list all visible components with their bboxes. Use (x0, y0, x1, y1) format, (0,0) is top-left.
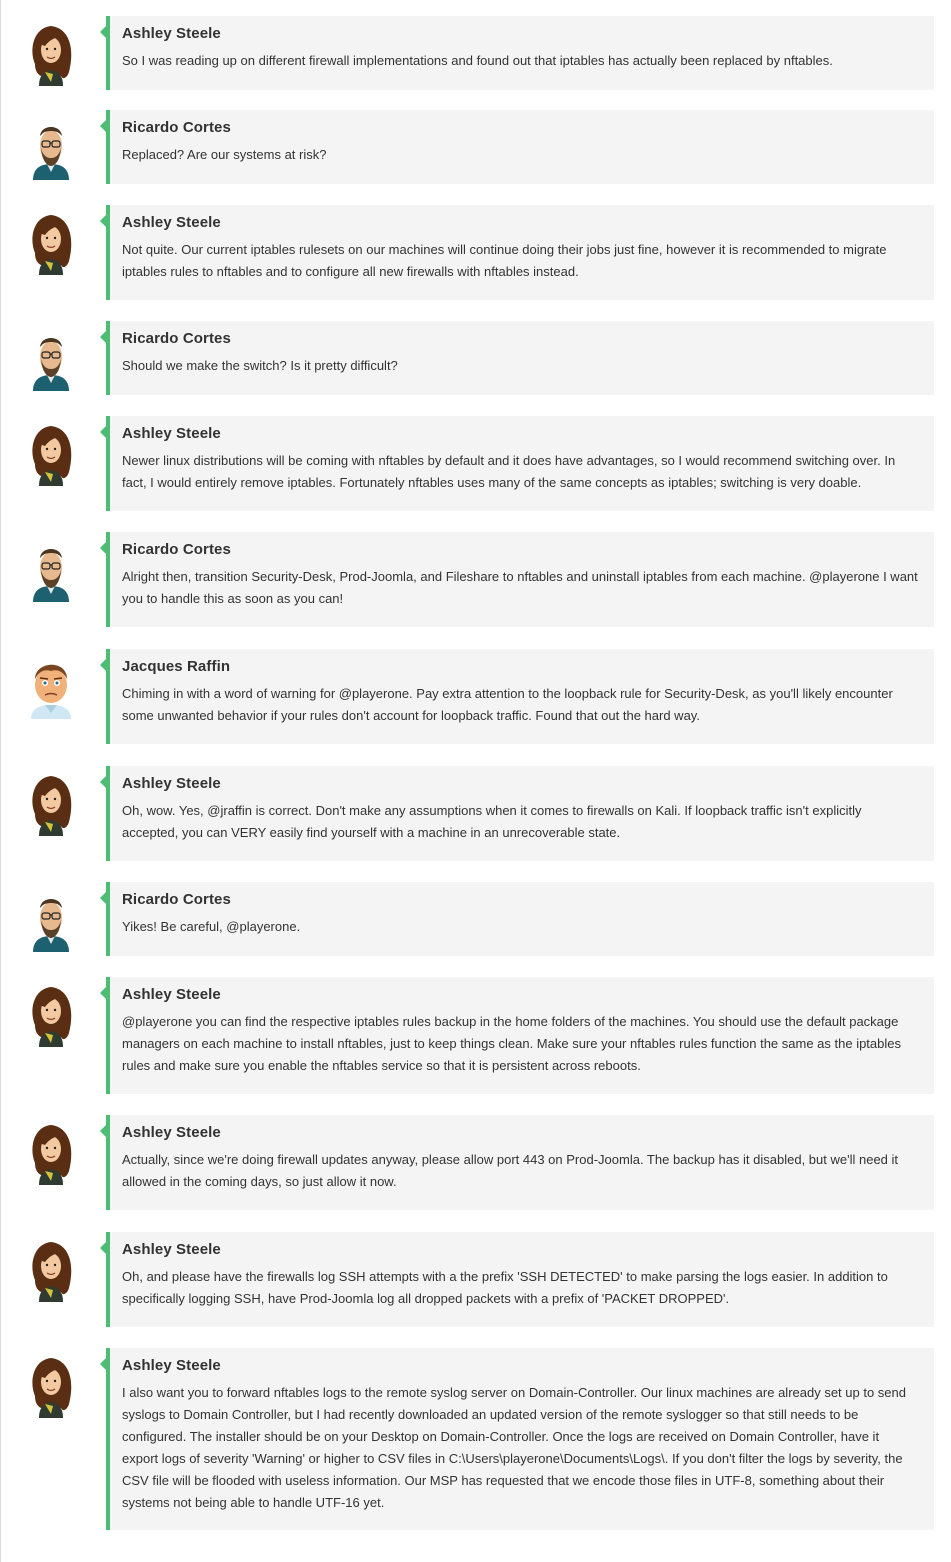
ricardo-avatar-icon (23, 536, 79, 602)
ashley-avatar-icon (23, 1352, 79, 1418)
message-bubble: Ashley Steele Newer linux distributions … (100, 416, 934, 511)
message-bubble: Jacques Raffin Chiming in with a word of… (100, 649, 934, 744)
message-text: Chiming in with a word of warning for @p… (122, 686, 893, 723)
ashley-avatar-icon (23, 981, 79, 1047)
message-text: Oh, wow. Yes, @jraffin is correct. Don't… (122, 803, 862, 840)
message-bubble: Ricardo Cortes Alright then, transition … (100, 532, 934, 627)
message-text: Not quite. Our current iptables rulesets… (122, 242, 887, 279)
message-bubble: Ashley Steele Not quite. Our current ipt… (100, 205, 934, 300)
ashley-avatar-icon (23, 209, 79, 275)
message-text: Replaced? Are our systems at risk? (122, 147, 327, 162)
message-author: Ashley Steele (122, 1357, 221, 1374)
message-bubble: Ricardo Cortes Yikes! Be careful, @playe… (100, 882, 934, 956)
jacques-avatar-icon (23, 653, 79, 719)
message-bubble: Ashley Steele So I was reading up on dif… (100, 16, 934, 90)
message-bubble: Ashley Steele Actually, since we're doin… (100, 1115, 934, 1210)
message-author: Ricardo Cortes (122, 119, 231, 136)
message-text: Alright then, transition Security-Desk, … (122, 569, 918, 606)
ashley-avatar-icon (23, 1119, 79, 1185)
message-text: I also want you to forward nftables logs… (122, 1385, 906, 1510)
message-bubble: Ricardo Cortes Should we make the switch… (100, 321, 934, 395)
message-bubble: Ashley Steele I also want you to forward… (100, 1348, 934, 1530)
ashley-avatar-icon (23, 20, 79, 86)
ashley-avatar-icon (23, 420, 79, 486)
message-bubble: Ricardo Cortes Replaced? Are our systems… (100, 110, 934, 184)
message-author: Ashley Steele (122, 425, 221, 442)
message-text: So I was reading up on different firewal… (122, 53, 833, 68)
message-author: Ricardo Cortes (122, 891, 231, 908)
message-author: Ashley Steele (122, 1241, 221, 1258)
message-author: Ashley Steele (122, 214, 221, 231)
message-author: Ricardo Cortes (122, 541, 231, 558)
message-bubble: Ashley Steele @playerone you can find th… (100, 977, 934, 1094)
message-author: Ashley Steele (122, 986, 221, 1003)
ricardo-avatar-icon (23, 886, 79, 952)
message-text: @playerone you can find the respective i… (122, 1014, 901, 1073)
ricardo-avatar-icon (23, 325, 79, 391)
message-author: Ricardo Cortes (122, 330, 231, 347)
ricardo-avatar-icon (23, 114, 79, 180)
ashley-avatar-icon (23, 1236, 79, 1302)
message-text: Should we make the switch? Is it pretty … (122, 358, 398, 373)
ashley-avatar-icon (23, 770, 79, 836)
message-text: Oh, and please have the firewalls log SS… (122, 1269, 888, 1306)
message-author: Ashley Steele (122, 25, 221, 42)
message-bubble: Ashley Steele Oh, and please have the fi… (100, 1232, 934, 1327)
message-text: Yikes! Be careful, @playerone. (122, 919, 301, 934)
message-bubble: Ashley Steele Oh, wow. Yes, @jraffin is … (100, 766, 934, 861)
message-author: Ashley Steele (122, 1124, 221, 1141)
message-text: Newer linux distributions will be coming… (122, 453, 896, 490)
message-author: Ashley Steele (122, 775, 221, 792)
message-text: Actually, since we're doing firewall upd… (122, 1152, 899, 1189)
message-author: Jacques Raffin (122, 658, 231, 675)
